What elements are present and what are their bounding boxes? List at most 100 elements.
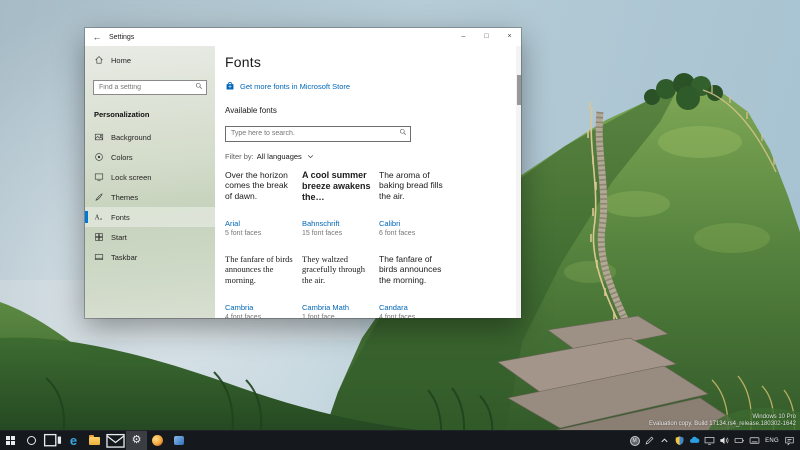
chevron-down-icon — [307, 154, 313, 158]
lock-screen-icon — [94, 173, 104, 182]
background-icon — [94, 133, 104, 141]
search-icon — [195, 82, 202, 89]
gear-icon: ⚙ — [131, 434, 142, 446]
filter-label: Filter by: — [225, 151, 254, 161]
sidebar-item-label: Background — [111, 132, 152, 142]
start-menu-icon — [95, 233, 103, 241]
language-label: ENG — [765, 437, 779, 444]
sidebar-item-background[interactable]: Background — [85, 127, 215, 147]
touch-keyboard-icon — [749, 437, 760, 444]
sidebar-item-colors[interactable]: Colors — [85, 147, 215, 167]
get-more-fonts-link[interactable]: Get more fonts in Microsoft Store — [225, 81, 509, 91]
taskbar-settings-icon — [94, 254, 104, 260]
font-card-cambria-math[interactable]: They waltzed gracefully through the air.… — [302, 254, 374, 319]
desktop: Windows 10 Pro Evaluation copy. Build 17… — [0, 0, 800, 450]
start-button[interactable] — [0, 431, 21, 450]
back-button[interactable]: ← — [85, 32, 109, 42]
scrollbar-thumb[interactable] — [516, 75, 521, 105]
sidebar-section-title: Personalization — [94, 110, 150, 119]
font-faces-count: 5 font faces — [225, 229, 262, 237]
taskbar: e ⚙ M ENG — [0, 430, 800, 450]
onedrive-cloud-icon — [690, 436, 700, 443]
svg-text:a: a — [100, 216, 102, 221]
font-name-link[interactable]: Arial — [225, 219, 297, 228]
search-input[interactable] — [93, 80, 207, 95]
close-button[interactable]: × — [498, 28, 521, 46]
cortana-button[interactable] — [21, 431, 42, 450]
font-sample: They waltzed gracefully through the air. — [302, 253, 366, 285]
titlebar[interactable]: ← Settings – □ × — [85, 28, 521, 46]
sidebar-item-label: Colors — [111, 152, 133, 162]
window-title: Settings — [109, 33, 135, 41]
font-card-cambria[interactable]: The fanfare of birds announces the morni… — [225, 254, 297, 319]
user-avatar-icon: M — [629, 435, 640, 446]
font-sample: The fanfare of birds announces the morni… — [225, 253, 293, 285]
scrollbar[interactable] — [516, 46, 521, 318]
sidebar-item-taskbar[interactable]: Taskbar — [85, 247, 215, 267]
windows-logo-icon — [6, 436, 15, 445]
sidebar-item-start[interactable]: Start — [85, 227, 215, 247]
font-card-bahnschrift[interactable]: A cool summer breeze awakens the… Bahnsc… — [302, 170, 374, 237]
font-sample: The aroma of baking bread fills the air. — [379, 169, 443, 201]
file-explorer-button[interactable] — [84, 431, 105, 450]
font-faces-count: 4 font faces — [379, 313, 416, 319]
edge-button[interactable]: e — [63, 431, 84, 450]
settings-taskbar-button[interactable]: ⚙ — [126, 431, 147, 450]
font-name-link[interactable]: Calibri — [379, 219, 451, 228]
font-name-link[interactable]: Cambria Math — [302, 303, 374, 312]
sidebar-item-fonts[interactable]: A a Fonts — [85, 207, 215, 227]
minimize-button[interactable]: – — [452, 28, 475, 46]
system-tray: M ENG — [627, 431, 800, 450]
onedrive-tray-button[interactable] — [687, 431, 702, 450]
themes-icon — [95, 193, 103, 201]
colorful-app-button[interactable] — [147, 431, 168, 450]
font-search-box[interactable] — [225, 122, 411, 142]
font-name-link[interactable]: Candara — [379, 303, 451, 312]
sidebar-item-home[interactable]: Home — [85, 50, 215, 70]
pen-icon — [645, 436, 654, 445]
file-explorer-icon — [89, 434, 100, 445]
font-name-link[interactable]: Cambria — [225, 303, 297, 312]
font-card-calibri[interactable]: The aroma of baking bread fills the air.… — [379, 170, 451, 237]
sidebar-item-lock-screen[interactable]: Lock screen — [85, 167, 215, 187]
sidebar-item-label: Lock screen — [111, 172, 152, 182]
font-name-link[interactable]: Bahnschrift — [302, 219, 374, 228]
show-hidden-icons-button[interactable] — [657, 431, 672, 450]
svg-text:A: A — [95, 215, 100, 222]
touch-keyboard-button[interactable] — [747, 431, 762, 450]
font-faces-count: 1 font face — [302, 313, 335, 319]
font-search-input[interactable] — [225, 125, 411, 142]
sidebar-item-label: Home — [111, 55, 132, 65]
caption-buttons: – □ × — [452, 28, 521, 46]
monitor-icon — [704, 437, 715, 445]
sidebar-item-themes[interactable]: Themes — [85, 187, 215, 207]
action-center-button[interactable] — [782, 431, 797, 450]
action-center-icon — [785, 437, 794, 446]
battery-tray-button[interactable] — [732, 431, 747, 450]
font-card-candara[interactable]: The fanfare of birds announces the morni… — [379, 254, 451, 319]
settings-window: ← Settings – □ × Home Per — [85, 28, 521, 318]
font-sample: The fanfare of birds announces the morni… — [379, 253, 442, 285]
cortana-icon — [27, 436, 36, 445]
defender-shield-icon — [675, 436, 684, 446]
defender-tray-button[interactable] — [672, 431, 687, 450]
display-tray-button[interactable] — [702, 431, 717, 450]
mail-button[interactable] — [105, 431, 126, 450]
taskbar-apps: e ⚙ — [0, 431, 189, 450]
language-indicator[interactable]: ENG — [762, 431, 782, 450]
store-bag-icon — [226, 81, 234, 90]
font-faces-count: 6 font faces — [379, 229, 416, 237]
maximize-button[interactable]: □ — [475, 28, 498, 46]
task-view-button[interactable] — [42, 431, 63, 450]
volume-tray-button[interactable] — [717, 431, 732, 450]
filter-by-dropdown[interactable]: Filter by: All languages — [225, 152, 509, 161]
fonts-icon: A a — [95, 215, 102, 222]
sidebar-item-label: Fonts — [111, 212, 130, 222]
pen-tray-button[interactable] — [642, 431, 657, 450]
blue-app-button[interactable] — [168, 431, 189, 450]
find-a-setting-search[interactable] — [93, 76, 207, 95]
font-card-arial[interactable]: Over the horizon comes the break of dawn… — [225, 170, 297, 237]
user-avatar-button[interactable]: M — [627, 431, 642, 450]
colors-icon — [95, 153, 103, 161]
edge-icon: e — [69, 433, 78, 448]
